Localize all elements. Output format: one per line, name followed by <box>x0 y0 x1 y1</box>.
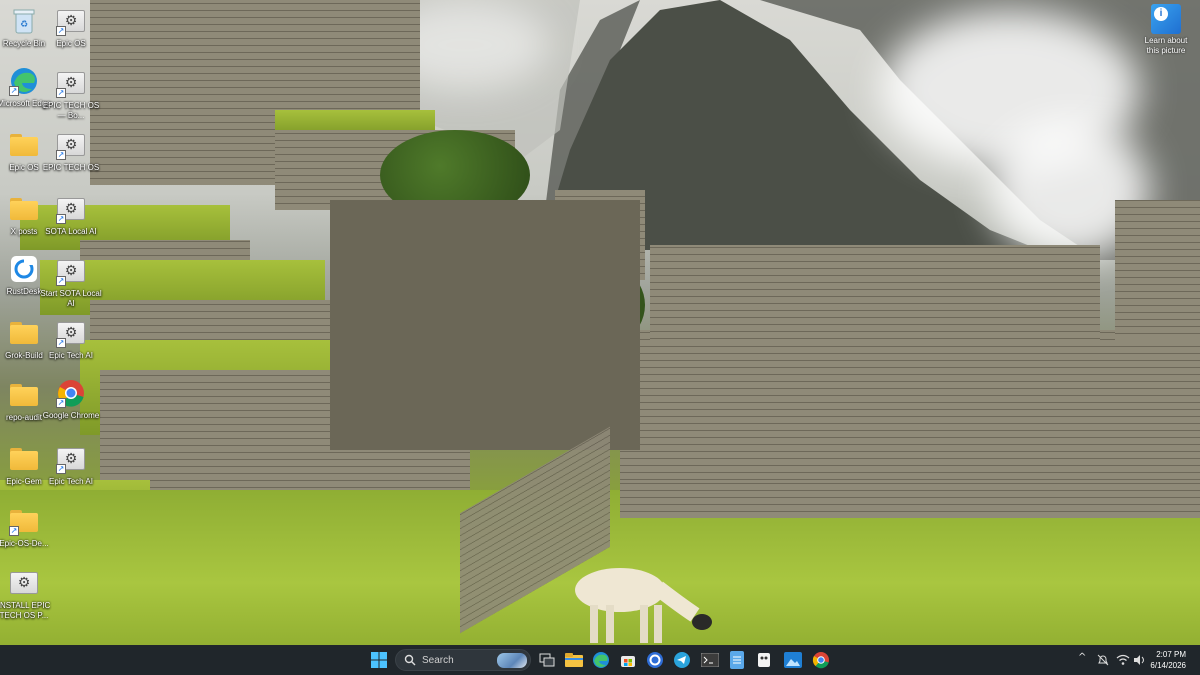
desktop-icon-start-sota-local-ai[interactable]: ⚙ ↗ Start SOTA Local AI <box>39 256 103 309</box>
taskbar-clock[interactable]: 2:07 PM 6/14/2026 <box>1150 649 1186 671</box>
notifications-off-icon[interactable] <box>1097 654 1109 666</box>
settings-tile-icon: ⚙ ↗ <box>56 6 86 36</box>
desktop-icon-label: EPIC TECH OS <box>42 163 100 172</box>
taskbar-search[interactable]: Search <box>395 649 531 671</box>
svg-text:♻: ♻ <box>20 20 28 30</box>
stone-ruins <box>650 245 1100 345</box>
chrome-taskbar-button[interactable] <box>809 648 833 672</box>
desktop-icon-label: Epic Tech AI <box>49 351 93 360</box>
snipping-tool-button[interactable] <box>752 648 776 672</box>
learn-about-picture[interactable]: i Learn about this picture <box>1140 4 1192 56</box>
settings-tile-icon: ⚙ ↗ <box>56 444 86 474</box>
chrome-icon: ↗ <box>56 378 86 408</box>
photos-button[interactable] <box>781 648 805 672</box>
desktop-wallpaper <box>0 0 1200 645</box>
terminal-button[interactable] <box>698 648 722 672</box>
desktop-icon-google-chrome[interactable]: ↗ Google Chrome <box>39 378 103 421</box>
desktop-icon-label: Epic OS <box>56 39 86 48</box>
stone-ruins <box>1115 200 1200 340</box>
store-icon <box>621 656 635 667</box>
windows-icon <box>371 652 387 668</box>
rock-outcrop <box>330 200 640 450</box>
desktop-icon-label: Google Chrome <box>42 411 100 420</box>
desktop-icon-install-epic-tech-os[interactable]: ⚙ INSTALL EPIC TECH OS P... <box>0 568 56 621</box>
folder-icon: ↗ <box>9 506 39 536</box>
desktop-icon-epic-tech-os-bo[interactable]: ⚙ ↗ EPIC TECH OS — Bo... <box>39 68 103 121</box>
folder-icon <box>9 194 39 224</box>
file-explorer-icon <box>565 653 583 667</box>
desktop-icon-label: SOTA Local AI <box>45 227 97 236</box>
clock-time: 2:07 PM <box>1156 650 1186 659</box>
notepad-icon <box>730 651 744 669</box>
recycle-bin-icon: ♻ <box>9 6 39 36</box>
settings-tile-icon: ⚙ ↗ <box>56 318 86 348</box>
store-button[interactable] <box>616 648 640 672</box>
edge-icon <box>593 652 609 668</box>
info-icon: i <box>1151 4 1181 34</box>
desktop-icon-label: EPIC TECH OS — Bo... <box>42 101 100 120</box>
task-view-button[interactable] <box>535 648 559 672</box>
desktop-icon-label: INSTALL EPIC TECH OS P... <box>0 601 51 620</box>
telegram-icon <box>674 652 690 668</box>
settings-tile-icon: ⚙ <box>9 568 39 598</box>
desktop-icon-sota-local-ai[interactable]: ⚙ ↗ SOTA Local AI <box>39 194 103 237</box>
rustdesk-icon <box>647 652 663 668</box>
folder-icon <box>9 130 39 160</box>
desktop-icon-epic-os[interactable]: ⚙ ↗ Epic OS <box>39 6 103 49</box>
desktop-icon-label: Start SOTA Local AI <box>40 289 102 308</box>
folder-icon <box>9 318 39 348</box>
settings-tile-icon: ⚙ ↗ <box>56 68 86 98</box>
snipping-icon <box>758 653 770 667</box>
desktop-icon-epic-tech-os[interactable]: ⚙ ↗ EPIC TECH OS <box>39 130 103 173</box>
tray-chevron[interactable]: ^ <box>1078 652 1086 663</box>
edge-icon: ↗ <box>9 66 39 96</box>
desktop-icon-epic-os-de[interactable]: ↗ Epic-OS-De... <box>0 506 56 549</box>
volume-icon[interactable] <box>1133 654 1147 666</box>
search-highlight-image <box>497 653 527 668</box>
desktop-icon-epic-tech-ai-2[interactable]: ⚙ ↗ Epic Tech AI <box>39 444 103 487</box>
task-view-icon <box>539 653 555 667</box>
notepad-button[interactable] <box>725 648 749 672</box>
low-wall <box>620 482 1200 518</box>
wifi-icon[interactable] <box>1116 654 1130 666</box>
settings-tile-icon: ⚙ ↗ <box>56 130 86 160</box>
terminal-icon <box>701 653 719 667</box>
rustdesk-taskbar-button[interactable] <box>643 648 667 672</box>
edge-taskbar-button[interactable] <box>589 648 613 672</box>
rustdesk-icon <box>9 254 39 284</box>
taskbar: Search ^ 2:07 PM 6/14/2026 <box>0 645 1200 675</box>
desktop-icon-epic-tech-ai[interactable]: ⚙ ↗ Epic Tech AI <box>39 318 103 361</box>
settings-tile-icon: ⚙ ↗ <box>56 194 86 224</box>
search-label: Search <box>422 654 454 666</box>
folder-icon <box>9 380 39 410</box>
desktop-icon-label: Epic Tech AI <box>49 477 93 486</box>
search-icon <box>404 654 416 666</box>
llama <box>575 568 712 643</box>
stone-ruins <box>620 330 1200 500</box>
telegram-button[interactable] <box>670 648 694 672</box>
start-button[interactable] <box>367 648 391 672</box>
photos-icon <box>784 652 802 668</box>
learn-about-picture-label: Learn about this picture <box>1144 36 1188 55</box>
settings-tile-icon: ⚙ ↗ <box>56 256 86 286</box>
chrome-icon <box>812 652 829 669</box>
file-explorer-button[interactable] <box>562 648 586 672</box>
folder-icon <box>9 444 39 474</box>
clock-date: 6/14/2026 <box>1150 661 1186 670</box>
desktop-icon-label: Epic-OS-De... <box>0 539 49 548</box>
